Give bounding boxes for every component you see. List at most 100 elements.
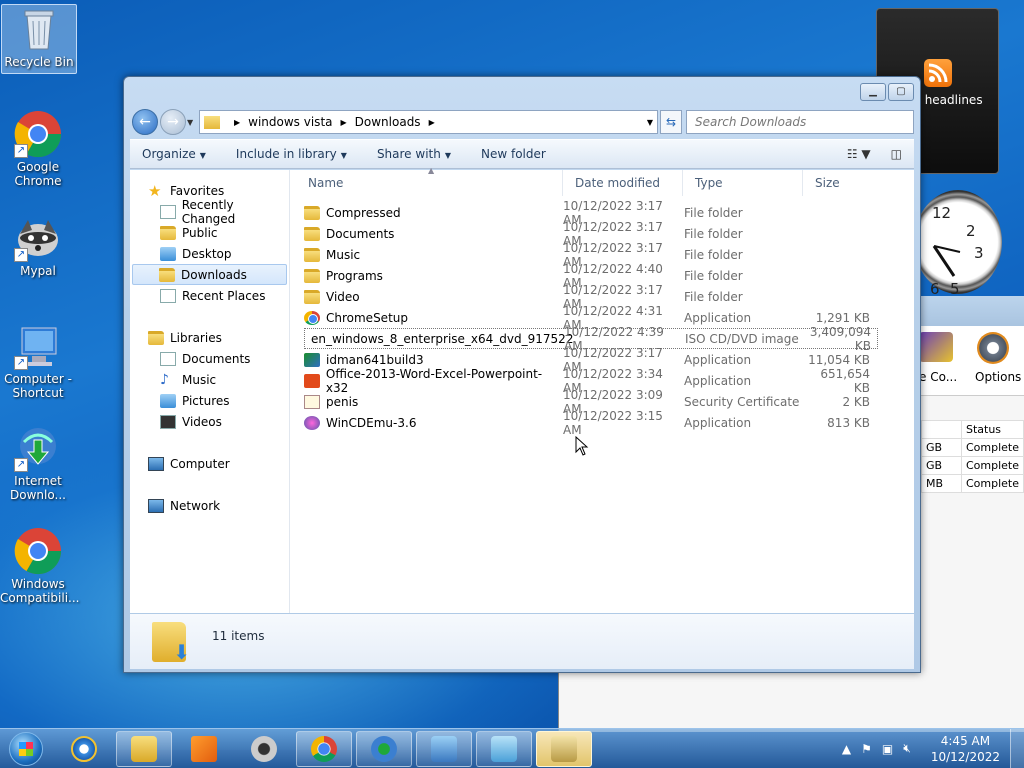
chevron-right-icon[interactable]: ▶ [429, 118, 435, 127]
nav-downloads[interactable]: Downloads [132, 264, 287, 285]
back-button[interactable]: ← [132, 109, 158, 135]
file-name: Music [326, 247, 361, 262]
search-input[interactable]: Search Downloads [686, 110, 914, 134]
network-icon[interactable]: ▣ [882, 742, 893, 756]
clock-time: 4:45 AM [940, 733, 991, 748]
rss-icon [923, 59, 952, 87]
share-with-menu[interactable]: Share with ▼ [377, 147, 451, 161]
minimize-button[interactable]: ▁ [860, 83, 886, 101]
nav-pictures[interactable]: Pictures [130, 390, 289, 411]
chrome-icon [14, 527, 62, 575]
downloads-folder-icon [159, 267, 175, 282]
nav-music[interactable]: ♪ Music [130, 369, 289, 390]
column-header-date-modified[interactable]: Date modified [563, 170, 683, 196]
refresh-button[interactable]: ⇆ [660, 110, 682, 134]
desktop-icon-google-chrome[interactable]: ↗ Google Chrome [0, 110, 76, 188]
include-in-library-menu[interactable]: Include in library ▼ [236, 147, 347, 161]
breadcrumb-item[interactable]: windows vista [248, 115, 332, 129]
show-hidden-icons-icon[interactable]: ▲ [842, 742, 851, 756]
gear-icon [977, 332, 1009, 364]
address-dropdown-icon[interactable]: ▼ [647, 118, 653, 127]
office-icon [304, 373, 320, 388]
address-bar[interactable]: ▶ windows vista ▶ Downloads ▶ ▼ [199, 110, 658, 134]
desktop-icon-windows-compatibility[interactable]: Windows Compatibili... [0, 527, 79, 605]
maximize-button[interactable]: ▢ [888, 83, 914, 101]
size-column-header[interactable] [921, 420, 962, 439]
clock-number: 6 [930, 280, 940, 294]
file-name-cell: ChromeSetup [304, 310, 563, 325]
shortcut-arrow-icon: ↗ [14, 458, 28, 472]
taskbar-internet-download-manager[interactable] [356, 730, 412, 767]
nav-recent-places[interactable]: Recent Places [130, 285, 289, 306]
size-cell: MB [921, 474, 962, 493]
new-folder-button[interactable]: New folder [481, 147, 546, 161]
explorer-window[interactable]: ▁ ▢ ← → ▼ ▶ windows vista ▶ Downloads ▶ … [123, 76, 921, 673]
nav-recently-changed[interactable]: Recently Changed [130, 198, 289, 226]
show-desktop-button[interactable] [1010, 728, 1024, 768]
chevron-right-icon[interactable]: ▶ [234, 118, 240, 127]
action-center-flag-icon[interactable]: ⚑ [861, 742, 872, 756]
nav-libraries[interactable]: Libraries [130, 327, 289, 348]
music-icon: ♪ [160, 371, 169, 388]
taskbar-control-panel[interactable] [416, 730, 472, 767]
libraries-icon [148, 330, 164, 345]
file-type: Security Certificate [684, 394, 800, 409]
file-name-cell: Programs [304, 268, 563, 283]
file-row[interactable]: WinCDEmu-3.6 10/12/2022 3:15 AM Applicatio… [304, 409, 878, 437]
taskbar-internet-explorer[interactable] [56, 731, 112, 767]
shortcut-arrow-icon: ↗ [14, 248, 28, 262]
desktop-icon-recycle-bin[interactable]: Recycle Bin [1, 4, 77, 74]
options-button[interactable]: Options [975, 370, 1021, 384]
forward-button[interactable]: → [160, 109, 186, 135]
star-icon: ★ [148, 181, 162, 200]
nav-videos[interactable]: Videos [130, 411, 289, 432]
file-type: File folder [684, 226, 743, 241]
pictures-icon [160, 393, 176, 408]
explorer-content: ★ Favorites Recently Changed Public Deskt… [130, 166, 914, 613]
change-view-icon[interactable]: ☷ ▼ [847, 147, 871, 161]
clock-gadget[interactable]: 12 2 3 5 6 [914, 190, 1002, 294]
chevron-right-icon[interactable]: ▶ [341, 118, 347, 127]
breadcrumb-item[interactable]: Downloads [355, 115, 421, 129]
nav-desktop[interactable]: Desktop [130, 243, 289, 264]
desktop-icon-label: Mypal [20, 264, 56, 278]
disc-drive-icon [551, 735, 577, 762]
clock-number: 2 [966, 222, 976, 240]
system-clock[interactable]: 4:45 AM 10/12/2022 [931, 733, 1000, 765]
system-tray: ▲ ⚑ ▣ 🔇︎ 4:45 AM 10/12/2022 [842, 728, 1024, 768]
column-header-name[interactable]: Name [290, 170, 563, 196]
organize-menu[interactable]: Organize ▼ [142, 147, 206, 161]
desktop-icon-mypal[interactable]: ↗ Mypal [0, 214, 76, 278]
folder-icon [160, 225, 176, 240]
file-name-cell: Documents [304, 226, 563, 241]
desktop-icon-computer-shortcut[interactable]: ↗ Computer - Shortcut [0, 322, 76, 400]
recent-pages-dropdown[interactable]: ▼ [187, 118, 199, 127]
desktop-icon-internet-download-manager[interactable]: ↗ Internet Downlo... [0, 424, 76, 502]
table-row[interactable]: MB Complete [921, 474, 1024, 493]
volume-muted-icon[interactable]: 🔇︎ [903, 741, 911, 756]
taskbar-google-chrome[interactable] [296, 730, 352, 767]
folder-icon [131, 735, 157, 762]
raccoon-icon: ↗ [14, 214, 62, 262]
nav-documents[interactable]: Documents [130, 348, 289, 369]
nav-network[interactable]: Network [130, 495, 289, 516]
preview-pane-icon[interactable]: ◫ [891, 147, 902, 161]
taskbar-media-player[interactable] [176, 731, 232, 767]
table-row[interactable]: GB Complete [921, 438, 1024, 457]
file-name-cell: idman641build3 [304, 352, 563, 367]
recent-places-icon [160, 288, 176, 303]
taskbar-mypal[interactable] [236, 731, 292, 767]
folder-icon [204, 115, 220, 129]
status-column-header[interactable]: Status [960, 420, 1024, 439]
file-size: 651,654 KB [820, 366, 870, 395]
start-button[interactable] [0, 729, 52, 768]
toolbar-label[interactable]: e Co... [919, 370, 957, 384]
column-header-size[interactable]: Size [803, 170, 873, 196]
taskbar-downloader[interactable] [476, 730, 532, 767]
taskbar-disc-drive[interactable] [536, 730, 592, 767]
column-header-type[interactable]: Type [683, 170, 803, 196]
nav-computer[interactable]: Computer [130, 453, 289, 474]
table-row[interactable]: GB Complete [921, 456, 1024, 475]
taskbar-windows-explorer[interactable] [116, 730, 172, 767]
size-cell: GB [921, 438, 962, 457]
